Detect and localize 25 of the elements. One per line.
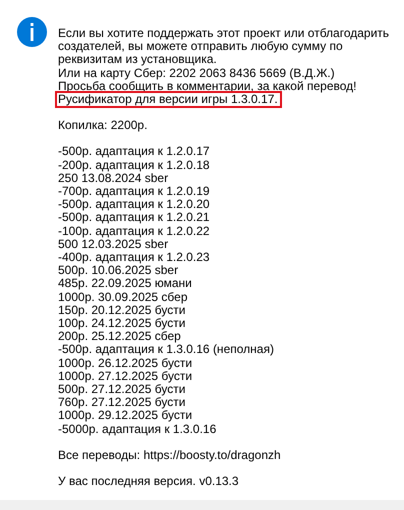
ledger-line: 1000р. 27.12.2025 бусти [57,368,194,384]
ledger-line: -100р. адаптация к 1.2.0.22 [57,224,211,239]
ledger-line: -500р. адаптация к 1.3.0.16 (неполная) [57,342,275,358]
ledger-line: -500р. адаптация к 1.2.0.17 [57,143,211,160]
ledger-line: -500р. адаптация к 1.2.0.21 [57,210,211,226]
ledger-line: 760р. 27.12.2025 бусти [57,395,186,410]
ledger-line: -5000р. адаптация к 1.3.0.16 [57,422,218,438]
info-icon [17,17,47,47]
ledger-line: 500р. 10.06.2025 sber [57,263,180,278]
savings-text: Копилка: 2200р. [57,117,148,134]
message-line: Просьба сообщить в комментарии, за какой перевод! [57,78,358,94]
version-text: У вас последняя версия. v0.13.3 [57,473,240,490]
message-line: Если вы хотите поддержать этот проект или отблагодарить [57,25,390,41]
ledger-line: 200р. 25.12.2025 сбер [57,329,181,344]
ledger-line: 100р. 24.12.2025 бусти [57,316,186,331]
message-line: Или на карту Сбер: 2202 2063 8436 5669 (В.Д.Ж.) [57,66,336,81]
ledger-line: -200р. адаптация к 1.2.0.18 [57,158,211,173]
transfers-text: Все переводы: https://boosty.to/dragonzh [57,446,282,464]
ledger-line: 150р. 20.12.2025 бусти [57,302,186,318]
ledger-line: 485р. 22.09.2025 юмани [57,276,193,292]
ledger-line: 500р. 27.12.2025 бусти [57,382,186,397]
ledger-line: 1000р. 29.12.2025 бусти [57,408,194,424]
ledger-line: -500р. адаптация к 1.2.0.20 [57,197,211,212]
ledger-line: 1000р. 26.12.2025 бусти [57,356,194,371]
ledger-line: 1000р. 30.09.2025 сбер [57,290,189,305]
